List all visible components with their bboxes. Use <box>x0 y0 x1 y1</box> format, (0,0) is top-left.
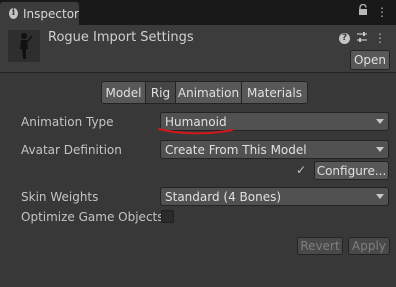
chevron-down-icon <box>376 147 384 152</box>
optimize-game-objects-label: Optimize Game Objects <box>21 210 164 224</box>
animation-type-label: Animation Type <box>21 115 114 129</box>
check-icon: ✓ <box>296 163 307 177</box>
red-underline-annotation <box>158 128 233 135</box>
inspector-tab[interactable]: i Inspector <box>0 2 79 25</box>
info-icon: i <box>9 8 19 19</box>
header-tools: ? ⋮ <box>339 30 386 46</box>
import-tabs: Model Rig Animation Materials <box>101 81 308 104</box>
avatar-definition-value: Create From This Model <box>165 142 307 157</box>
lock-icon[interactable] <box>358 3 368 20</box>
asset-header: Rogue Import Settings ? ⋮ Open <box>0 25 396 73</box>
tab-materials[interactable]: Materials <box>241 81 308 104</box>
chevron-down-icon <box>376 119 384 124</box>
revert-button[interactable]: Revert <box>297 237 343 255</box>
skin-weights-dropdown[interactable]: Standard (4 Bones) <box>160 187 389 206</box>
kebab-menu-icon[interactable]: ⋮ <box>374 30 386 46</box>
avatar-definition-dropdown[interactable]: Create From This Model <box>160 140 389 159</box>
model-thumbnail <box>8 30 40 62</box>
configure-button[interactable]: Configure... <box>314 161 389 180</box>
menu-icon[interactable]: ⋮ <box>376 4 388 20</box>
tab-model[interactable]: Model <box>101 81 146 104</box>
skin-weights-value: Standard (4 Bones) <box>165 189 282 204</box>
open-button[interactable]: Open <box>350 50 390 70</box>
apply-button[interactable]: Apply <box>348 237 390 255</box>
optimize-game-objects-checkbox[interactable] <box>161 210 174 223</box>
tab-controls: ⋮ <box>358 3 388 20</box>
inspector-tabbar: i Inspector ⋮ <box>0 0 396 25</box>
asset-title: Rogue Import Settings <box>48 30 194 45</box>
tab-animation[interactable]: Animation <box>175 81 242 104</box>
sliders-icon[interactable] <box>356 31 368 46</box>
avatar-definition-label: Avatar Definition <box>21 143 122 157</box>
skin-weights-label: Skin Weights <box>21 190 99 204</box>
chevron-down-icon <box>376 194 384 199</box>
help-icon[interactable]: ? <box>339 32 350 44</box>
inspector-tab-label: Inspector <box>23 6 79 21</box>
tab-rig[interactable]: Rig <box>145 81 176 104</box>
